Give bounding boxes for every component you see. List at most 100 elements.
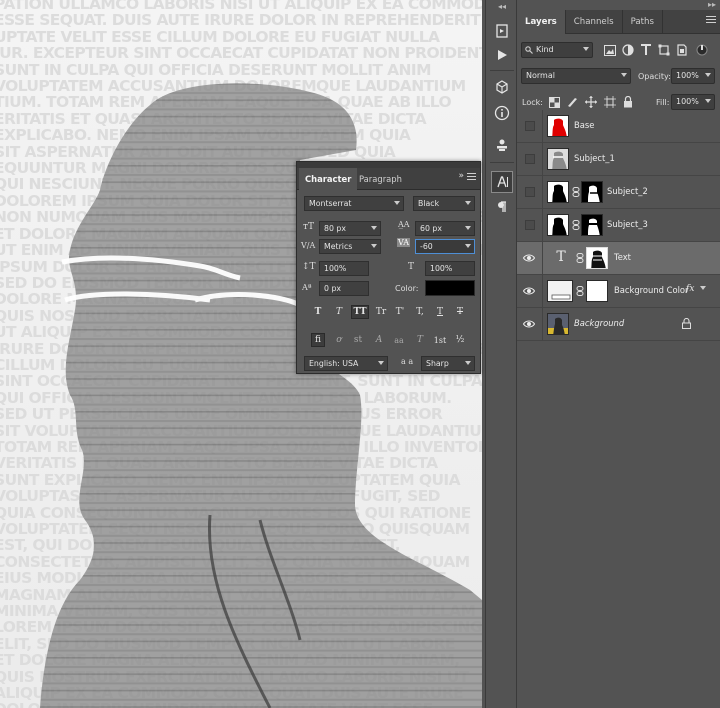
tab-paths[interactable]: Paths bbox=[623, 10, 663, 34]
adjustment-filter-icon[interactable] bbox=[621, 43, 635, 57]
layer-row-background[interactable]: Background bbox=[517, 308, 720, 341]
layer-name[interactable]: Subject_3 bbox=[607, 219, 648, 229]
type-filter-icon[interactable] bbox=[639, 43, 653, 57]
expand-effects-icon[interactable] bbox=[700, 286, 706, 290]
vertical-scale-field[interactable]: 100% bbox=[319, 261, 369, 276]
layer-name[interactable]: Subject_2 bbox=[607, 186, 648, 196]
layer-row-text[interactable]: T Text bbox=[517, 242, 720, 275]
layer-lock-icon[interactable] bbox=[682, 318, 691, 329]
old-style-button[interactable]: ơ bbox=[332, 333, 346, 347]
lock-position-icon[interactable] bbox=[584, 95, 598, 109]
antialias-icon: a a bbox=[401, 357, 414, 366]
character-panel-icon[interactable] bbox=[491, 171, 513, 193]
collapsed-panel-strip: ◂◂ bbox=[485, 0, 517, 708]
ordinals-button[interactable]: 1st bbox=[431, 333, 449, 347]
visibility-eye-icon[interactable] bbox=[523, 253, 535, 263]
fractions-button[interactable]: ½ bbox=[453, 333, 467, 347]
lock-image-pixels-icon[interactable] bbox=[565, 95, 579, 109]
tab-character[interactable]: Character bbox=[299, 168, 358, 190]
shape-filter-icon[interactable] bbox=[657, 43, 671, 57]
layer-effects-icon[interactable]: fx bbox=[686, 284, 694, 294]
panel-menu-icon[interactable] bbox=[467, 173, 476, 182]
opacity-value: 100% bbox=[676, 71, 699, 80]
clone-source-icon[interactable] bbox=[491, 134, 513, 156]
info-icon[interactable] bbox=[491, 102, 513, 124]
kerning-icon: V/A bbox=[301, 241, 316, 250]
mask-link-icon[interactable] bbox=[572, 220, 580, 230]
paragraph-panel-icon[interactable] bbox=[491, 196, 513, 218]
fill-field[interactable]: 100% bbox=[671, 94, 715, 110]
kerning-dropdown[interactable]: Metrics bbox=[319, 239, 381, 254]
layer-thumbnail bbox=[547, 313, 569, 335]
underline-button[interactable]: T bbox=[433, 305, 447, 319]
strikethrough-button[interactable]: T bbox=[453, 305, 467, 319]
font-style-dropdown[interactable]: Black bbox=[413, 196, 475, 211]
layer-mask-thumbnail[interactable] bbox=[586, 247, 608, 269]
mask-link-icon[interactable] bbox=[576, 253, 584, 263]
lock-transparent-pixels-icon[interactable] bbox=[547, 95, 561, 109]
tab-paragraph[interactable]: Paragraph bbox=[353, 168, 408, 190]
layer-name[interactable]: Base bbox=[574, 120, 594, 130]
font-family-dropdown[interactable]: Montserrat bbox=[304, 196, 404, 211]
actions-play-icon[interactable] bbox=[491, 44, 513, 66]
horizontal-scale-field[interactable]: 100% bbox=[425, 261, 475, 276]
language-dropdown[interactable]: English: USA bbox=[304, 356, 388, 371]
text-color-swatch[interactable] bbox=[425, 280, 475, 296]
panel-menu-icon[interactable] bbox=[706, 16, 716, 26]
history-icon[interactable] bbox=[491, 20, 513, 42]
visibility-toggle[interactable] bbox=[525, 121, 535, 131]
blend-mode-dropdown[interactable]: Normal bbox=[521, 68, 631, 84]
layer-name[interactable]: Background bbox=[574, 318, 624, 328]
layer-mask-thumbnail[interactable] bbox=[586, 280, 608, 302]
antialias-dropdown[interactable]: Sharp bbox=[421, 356, 475, 371]
faux-italic-button[interactable]: T bbox=[332, 305, 346, 319]
layer-name[interactable]: Text bbox=[614, 252, 631, 262]
visibility-toggle[interactable] bbox=[525, 187, 535, 197]
collapse-panels-icon[interactable]: ▸▸ bbox=[708, 0, 716, 9]
visibility-toggle[interactable] bbox=[525, 154, 535, 164]
layer-row-subject-1[interactable]: Subject_1 bbox=[517, 143, 720, 176]
all-caps-button[interactable]: TT bbox=[351, 305, 369, 319]
filter-toggle-icon[interactable] bbox=[695, 43, 709, 57]
layer-filter-kind[interactable]: Kind bbox=[521, 42, 593, 58]
leading-field[interactable]: 60 px bbox=[415, 221, 475, 236]
mask-link-icon[interactable] bbox=[576, 286, 584, 296]
horizontal-scale-value: 100% bbox=[430, 264, 453, 273]
layer-mask-thumbnail[interactable] bbox=[581, 214, 603, 236]
ligatures-button[interactable]: fi bbox=[311, 333, 325, 347]
swash-button[interactable]: A bbox=[372, 333, 386, 347]
faux-bold-button[interactable]: T bbox=[311, 305, 325, 319]
subscript-button[interactable]: T, bbox=[413, 305, 427, 319]
opacity-field[interactable]: 100% bbox=[671, 68, 715, 84]
3d-cube-icon[interactable] bbox=[491, 76, 513, 98]
collapse-arrows-icon[interactable]: ◂◂ bbox=[498, 2, 506, 11]
tab-channels[interactable]: Channels bbox=[566, 10, 623, 34]
smart-object-filter-icon[interactable] bbox=[675, 43, 689, 57]
small-caps-button[interactable]: Tr bbox=[373, 305, 389, 319]
baseline-shift-field[interactable]: 0 px bbox=[319, 281, 369, 296]
layer-row-base[interactable]: Base bbox=[517, 110, 720, 143]
visibility-eye-icon[interactable] bbox=[523, 319, 535, 329]
superscript-button[interactable]: T' bbox=[393, 305, 407, 319]
layer-name[interactable]: Subject_1 bbox=[574, 153, 615, 163]
collapse-panel-icon[interactable]: » bbox=[458, 171, 464, 181]
font-size-field[interactable]: 80 px bbox=[319, 221, 381, 236]
visibility-eye-icon[interactable] bbox=[523, 286, 535, 296]
layers-panel: ▸▸ Layers Channels Paths Kind Normal Opa… bbox=[517, 0, 720, 708]
tab-layers[interactable]: Layers bbox=[517, 10, 566, 34]
titling-alternates-button[interactable]: T bbox=[413, 333, 427, 347]
layer-mask-thumbnail[interactable] bbox=[581, 181, 603, 203]
lock-all-icon[interactable] bbox=[621, 95, 635, 109]
layer-row-background-color[interactable]: Background Color fx bbox=[517, 275, 720, 308]
layer-row-subject-3[interactable]: Subject_3 bbox=[517, 209, 720, 242]
pixel-filter-icon[interactable] bbox=[603, 43, 617, 57]
horizontal-scale-icon: T bbox=[408, 262, 415, 272]
layer-name[interactable]: Background Color bbox=[614, 285, 689, 295]
mask-link-icon[interactable] bbox=[572, 187, 580, 197]
stylistic-alternates-button[interactable]: aa bbox=[392, 333, 406, 347]
discretionary-ligatures-button[interactable]: st bbox=[351, 333, 365, 347]
lock-artboard-icon[interactable] bbox=[603, 95, 617, 109]
visibility-toggle[interactable] bbox=[525, 220, 535, 230]
tracking-field[interactable]: -60 bbox=[415, 239, 475, 254]
layer-row-subject-2[interactable]: Subject_2 bbox=[517, 176, 720, 209]
